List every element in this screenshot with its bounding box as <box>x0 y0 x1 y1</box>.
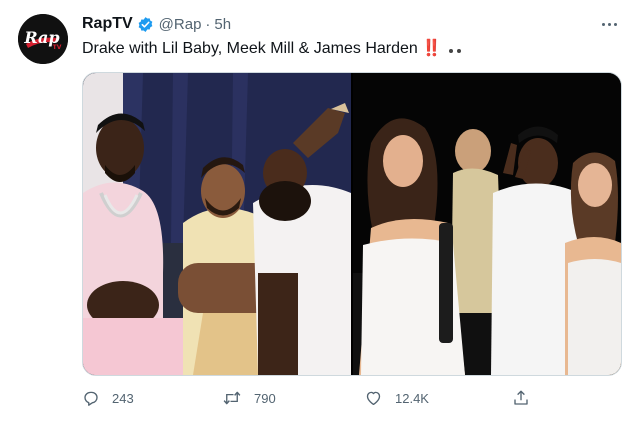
photo-left[interactable] <box>83 73 351 375</box>
reply-count: 243 <box>112 390 134 406</box>
double-exclamation-emoji: ‼️ <box>421 40 442 57</box>
ellipsis-dots-icon <box>447 40 463 58</box>
more-options-icon[interactable] <box>598 14 620 34</box>
tweet-body: Drake with Lil Baby, Meek Mill & James H… <box>82 40 418 57</box>
rap-tv-logo-icon: Rap TV <box>18 14 68 64</box>
retweet-button[interactable]: 790 <box>222 387 276 409</box>
reply-button[interactable]: 243 <box>82 387 134 409</box>
group-photo-right-icon <box>353 73 621 375</box>
handle[interactable]: @Rap <box>159 16 202 33</box>
share-icon <box>512 389 530 407</box>
group-photo-left-icon <box>83 73 351 375</box>
display-name[interactable]: RapTV <box>82 15 133 33</box>
heart-icon <box>364 389 383 407</box>
like-button[interactable]: 12.4K <box>364 387 429 409</box>
svg-text:TV: TV <box>53 44 62 51</box>
reply-icon <box>82 389 100 407</box>
tweet-actions: 243 790 12.4K <box>82 387 542 409</box>
media-grid <box>82 72 622 376</box>
share-button[interactable] <box>512 387 530 409</box>
avatar[interactable]: Rap TV <box>18 14 68 64</box>
tweet-card[interactable]: Rap TV RapTV @Rap · 5h Drake with Lil Ba… <box>0 0 640 425</box>
tweet-header: RapTV @Rap · 5h <box>82 14 231 34</box>
like-count: 12.4K <box>395 390 429 406</box>
photo-right[interactable] <box>353 73 621 375</box>
timestamp[interactable]: 5h <box>214 16 231 33</box>
tweet-text: Drake with Lil Baby, Meek Mill & James H… <box>82 38 463 58</box>
retweet-count: 790 <box>254 390 276 406</box>
separator-dot: · <box>205 15 211 33</box>
retweet-icon <box>222 389 242 407</box>
verified-badge-icon <box>137 16 154 33</box>
